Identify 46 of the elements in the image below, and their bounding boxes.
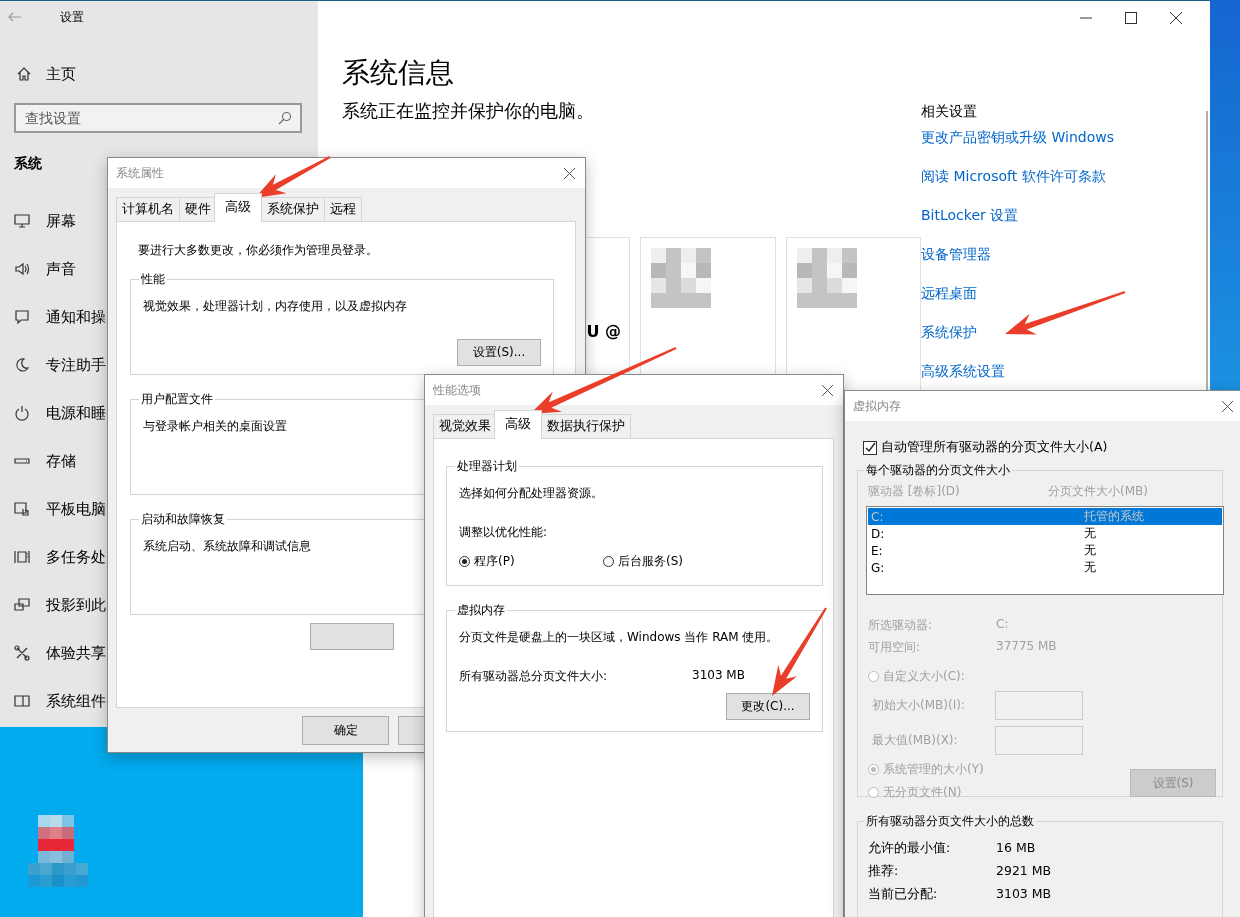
group-description: 视觉效果，处理器计划，内存使用，以及虚拟内存: [143, 298, 407, 315]
column-header: 分页文件大小(MB): [1048, 483, 1148, 500]
window-title: 设置: [60, 8, 84, 26]
drive-letter: D:: [871, 526, 886, 541]
info-value: C:: [996, 617, 1010, 633]
group-title: 处理器计划: [456, 458, 518, 475]
total-value: 3103 MB: [996, 886, 1053, 903]
group-title: 用户配置文件: [140, 391, 214, 408]
paging-size: 托管的系统: [1084, 508, 1144, 525]
group-description: 与登录帐户相关的桌面设置: [143, 418, 287, 435]
paging-size: 无: [1084, 525, 1096, 542]
prompt-text: 调整以优化性能:: [459, 524, 548, 541]
total-label: 推荐:: [868, 863, 900, 880]
field-label: 最大值(MB)(X):: [871, 732, 959, 749]
total-label: 当前已分配:: [868, 886, 939, 903]
group-description: 系统启动、系统故障和调试信息: [143, 538, 311, 555]
notice-text: 要进行大多数更改，你必须作为管理员登录。: [137, 242, 379, 259]
group-title: 启动和故障恢复: [140, 511, 226, 528]
dialog-title: 性能选项: [433, 381, 481, 399]
group-title: 所有驱动器分页文件大小的总数: [865, 813, 1035, 830]
drive-letter: C:: [871, 509, 885, 524]
paging-size: 无: [1084, 559, 1096, 576]
total-label: 允许的最小值:: [868, 840, 952, 857]
group-title: 性能: [140, 271, 166, 288]
paging-size: 无: [1084, 542, 1096, 559]
card-text: U @: [586, 322, 621, 341]
field-label: 初始大小(MB)(I):: [871, 697, 966, 714]
total-label: 所有驱动器总分页文件大小:: [459, 668, 609, 685]
group-description: 分页文件是硬盘上的一块区域，Windows 当作 RAM 使用。: [459, 629, 779, 646]
related-settings-title: 相关设置: [921, 103, 978, 121]
column-header: 驱动器 [卷标](D): [868, 483, 961, 500]
group-description: 选择如何分配处理器资源。: [459, 485, 603, 502]
total-value: 16 MB: [996, 840, 1037, 857]
group-title: 虚拟内存: [456, 602, 506, 619]
info-value: 37775 MB: [996, 639, 1058, 655]
info-label: 可用空间:: [868, 639, 922, 656]
dialog-title: 系统属性: [116, 164, 164, 182]
drive-letter: E:: [871, 543, 884, 558]
page-title: 系统信息: [342, 55, 455, 91]
drive-letter: G:: [871, 560, 886, 575]
total-value: 2921 MB: [996, 863, 1053, 880]
status-text: 系统正在监控并保护你的电脑。: [342, 99, 595, 123]
info-label: 所选驱动器:: [868, 617, 934, 634]
group-title: 每个驱动器的分页文件大小: [865, 462, 1011, 479]
total-value: 3103 MB: [692, 668, 745, 684]
dialog-title: 虚拟内存: [853, 397, 901, 415]
